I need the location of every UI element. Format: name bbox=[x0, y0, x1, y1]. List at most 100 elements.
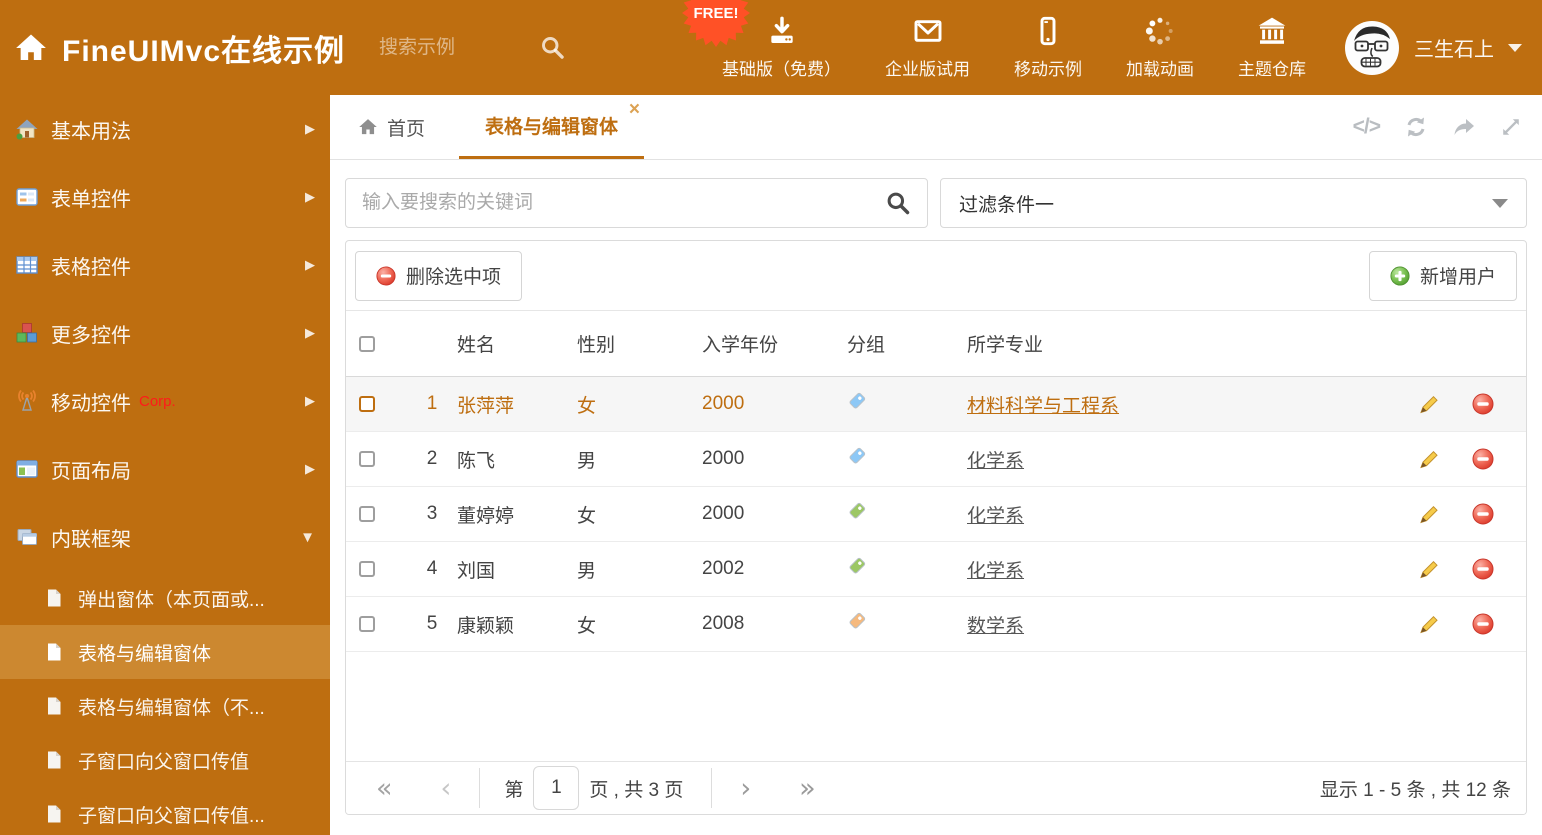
nav-loading-animation[interactable]: 加载动画 bbox=[1104, 15, 1216, 80]
keyword-search-box bbox=[345, 178, 928, 228]
nav-label: 基础版（免费） bbox=[722, 60, 841, 79]
delete-icon[interactable] bbox=[1472, 503, 1494, 525]
select-all-checkbox[interactable] bbox=[359, 335, 375, 352]
edit-pencil-icon[interactable] bbox=[1418, 448, 1440, 470]
tab-grid-edit-window[interactable]: 表格与编辑窗体 × bbox=[459, 95, 645, 159]
major-link[interactable]: 化学系 bbox=[967, 561, 1024, 582]
column-header-major: 所学专业 bbox=[967, 335, 1044, 356]
cell-year: 2000 bbox=[702, 448, 745, 469]
edit-pencil-icon[interactable] bbox=[1418, 503, 1440, 525]
tab-label: 表格与编辑窗体 bbox=[485, 117, 619, 138]
row-checkbox[interactable] bbox=[359, 561, 375, 577]
filter-dropdown[interactable]: 过滤条件一 bbox=[940, 178, 1527, 228]
tab-bar: 首页 表格与编辑窗体 × </> bbox=[330, 95, 1542, 160]
nav-theme-store[interactable]: 主题仓库 bbox=[1216, 15, 1328, 80]
sidebar-subitem-child-to-parent[interactable]: 子窗口向父窗口传值 bbox=[0, 733, 330, 787]
close-icon[interactable]: × bbox=[629, 100, 640, 119]
row-number: 1 bbox=[426, 393, 438, 414]
edit-pencil-icon[interactable] bbox=[1418, 558, 1440, 580]
chevron-right-icon: ▶ bbox=[305, 189, 315, 204]
cell-name: 陈飞 bbox=[457, 450, 496, 472]
major-link[interactable]: 材料科学与工程系 bbox=[967, 396, 1119, 417]
file-icon bbox=[48, 589, 61, 607]
layout-icon bbox=[16, 460, 38, 478]
row-checkbox[interactable] bbox=[359, 396, 375, 412]
user-menu[interactable]: 三生石上 bbox=[1344, 20, 1522, 76]
edit-cell bbox=[1403, 448, 1455, 470]
major-link[interactable]: 数学系 bbox=[967, 616, 1024, 637]
cell-name: 董婷婷 bbox=[457, 505, 515, 527]
delete-icon[interactable] bbox=[1472, 393, 1494, 415]
table-row: 1 张萍萍 女 2000 材料科学与工程系 bbox=[346, 377, 1526, 432]
sidebar-item-page-layout[interactable]: 页面布局 ▶ bbox=[0, 435, 330, 503]
sidebar-item-label: 更多控件 bbox=[51, 324, 131, 347]
row-checkbox[interactable] bbox=[359, 451, 375, 467]
nav-mobile-demo[interactable]: 移动示例 bbox=[992, 15, 1104, 80]
edit-cell bbox=[1403, 558, 1455, 580]
prev-page-button[interactable]: ‹ bbox=[441, 775, 452, 802]
filter-dropdown-value: 过滤条件一 bbox=[959, 194, 1055, 216]
edit-cell bbox=[1403, 393, 1455, 415]
search-icon[interactable] bbox=[539, 34, 566, 61]
source-code-icon[interactable]: </> bbox=[1353, 115, 1381, 139]
brand[interactable]: FineUIMvc在线示例 bbox=[14, 26, 345, 70]
sidebar-item-iframe[interactable]: 内联框架 ▼ bbox=[0, 503, 330, 571]
delete-icon[interactable] bbox=[1472, 613, 1494, 635]
bank-icon bbox=[1258, 17, 1286, 44]
add-user-button[interactable]: 新增用户 bbox=[1368, 250, 1517, 301]
sidebar-subitem-popup-window[interactable]: 弹出窗体（本页面或... bbox=[0, 571, 330, 625]
download-icon bbox=[770, 16, 793, 43]
expand-icon[interactable] bbox=[1500, 116, 1522, 138]
chevron-down-icon: ▼ bbox=[300, 528, 315, 546]
sidebar-item-mobile-controls[interactable]: 移动控件 Corp. ▶ bbox=[0, 367, 330, 435]
search-icon[interactable] bbox=[885, 190, 911, 216]
last-page-button[interactable]: » bbox=[799, 775, 816, 802]
delete-icon[interactable] bbox=[1472, 558, 1494, 580]
edit-pencil-icon[interactable] bbox=[1418, 393, 1440, 415]
minus-circle-icon bbox=[376, 265, 396, 286]
sidebar-item-form-controls[interactable]: 表单控件 ▶ bbox=[0, 163, 330, 231]
user-name: 三生石上 bbox=[1414, 39, 1494, 61]
sidebar-subitem-grid-edit-window[interactable]: 表格与编辑窗体 bbox=[0, 625, 330, 679]
nav-basic-free[interactable]: 基础版（免费） bbox=[700, 15, 863, 80]
page-number-input[interactable] bbox=[533, 766, 580, 810]
major-link[interactable]: 化学系 bbox=[967, 451, 1024, 472]
chevron-down-icon bbox=[1492, 198, 1508, 208]
sidebar-item-label: 移动控件 bbox=[51, 392, 131, 415]
sidebar-item-grid-controls[interactable]: 表格控件 ▶ bbox=[0, 231, 330, 299]
sidebar-item-label: 基本用法 bbox=[51, 120, 131, 143]
chevron-right-icon: ▶ bbox=[305, 461, 315, 476]
tag-icon bbox=[849, 392, 866, 409]
tag-icon bbox=[849, 502, 866, 519]
next-page-button[interactable]: › bbox=[740, 775, 751, 802]
tab-home[interactable]: 首页 bbox=[350, 95, 433, 159]
row-checkbox[interactable] bbox=[359, 506, 375, 522]
cell-year: 2000 bbox=[702, 503, 745, 524]
row-checkbox[interactable] bbox=[359, 616, 375, 632]
delete-cell bbox=[1455, 393, 1511, 415]
refresh-icon[interactable] bbox=[1404, 115, 1428, 139]
delete-icon[interactable] bbox=[1472, 448, 1494, 470]
chevron-right-icon: ▶ bbox=[305, 393, 315, 408]
share-icon[interactable] bbox=[1452, 115, 1476, 139]
first-page-button[interactable]: « bbox=[376, 775, 393, 802]
header-search-input[interactable] bbox=[379, 36, 540, 59]
major-link[interactable]: 化学系 bbox=[967, 506, 1024, 527]
sidebar-item-label: 表单控件 bbox=[51, 188, 131, 211]
delete-cell bbox=[1455, 448, 1511, 470]
keyword-search-input[interactable] bbox=[362, 192, 885, 214]
header-nav: 基础版（免费） 企业版试用 移动示例 加载动画 主题仓库 bbox=[700, 15, 1328, 80]
sidebar-subitem-child-to-parent-2[interactable]: 子窗口向父窗口传值... bbox=[0, 787, 330, 835]
sidebar-subitem-grid-edit-window-2[interactable]: 表格与编辑窗体（不... bbox=[0, 679, 330, 733]
delete-cell bbox=[1455, 558, 1511, 580]
nav-enterprise-trial[interactable]: 企业版试用 bbox=[863, 15, 992, 80]
delete-selected-button[interactable]: 删除选中项 bbox=[355, 250, 523, 301]
cell-gender: 女 bbox=[577, 505, 597, 527]
sidebar-item-basic-usage[interactable]: 基本用法 ▶ bbox=[0, 95, 330, 163]
sidebar-item-label: 内联框架 bbox=[51, 528, 131, 551]
edit-pencil-icon[interactable] bbox=[1418, 613, 1440, 635]
mail-icon bbox=[914, 20, 941, 42]
file-icon bbox=[48, 751, 61, 769]
sidebar-item-more-controls[interactable]: 更多控件 ▶ bbox=[0, 299, 330, 367]
cell-year: 2002 bbox=[702, 558, 745, 579]
